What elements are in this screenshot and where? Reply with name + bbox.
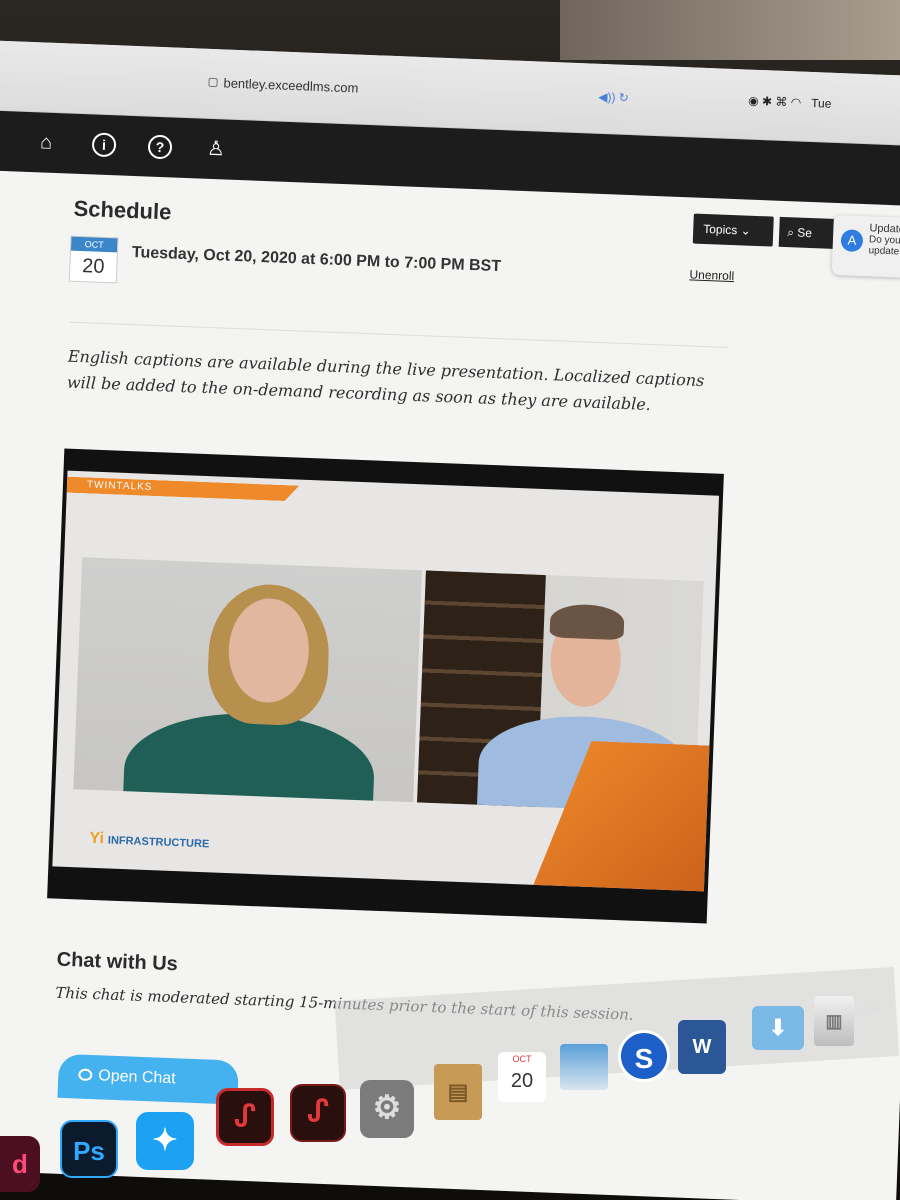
url-display[interactable]: bentley.exceedlms.com xyxy=(208,75,359,96)
downloads-folder-icon[interactable]: ⬇ xyxy=(752,1006,804,1050)
speaker-hair xyxy=(549,603,625,641)
indesign-icon[interactable]: d xyxy=(0,1136,40,1192)
dock-calendar-day: 20 xyxy=(510,1070,534,1092)
trash-icon[interactable]: ▥ xyxy=(814,996,854,1046)
logo-text: INFRASTRUCTURE xyxy=(107,834,210,851)
unenroll-link[interactable]: Unenroll xyxy=(689,267,734,283)
dock-side-text: e to xyxy=(862,1004,881,1016)
event-logo: Yi INFRASTRUCTURE xyxy=(89,830,210,853)
mac-dock: d Ps ✦ ᔑ ᔑ ⚙ ▤ OCT 20 S W ⬇ ▥ e to xyxy=(0,965,900,1200)
calendar-badge: OCT 20 xyxy=(68,235,119,284)
system-preferences-icon[interactable]: ⚙ xyxy=(360,1080,414,1138)
word-icon[interactable]: W xyxy=(678,1020,726,1074)
topics-label: Topics xyxy=(703,221,738,238)
help-icon[interactable]: ? xyxy=(147,134,173,160)
video-frame: TWINTALKS Yi INFRASTRUCTURE xyxy=(52,470,720,892)
twitter-icon[interactable]: ✦ xyxy=(136,1112,194,1170)
calendar-day: 20 xyxy=(81,255,105,278)
search-label: Se xyxy=(797,225,813,241)
info-icon[interactable]: i xyxy=(91,132,117,158)
divider xyxy=(69,321,729,348)
speaker-icon[interactable]: ◀)) ↻ xyxy=(598,90,629,105)
dock-calendar-month: OCT xyxy=(512,1054,532,1064)
notebook-icon[interactable]: ▤ xyxy=(434,1064,482,1120)
indesign-label: d xyxy=(12,1149,28,1179)
skype-label: S xyxy=(634,1043,654,1074)
photoshop-label: Ps xyxy=(73,1136,105,1166)
page-title: Schedule xyxy=(73,195,172,225)
chevron-down-icon: ⌄ xyxy=(740,223,751,238)
word-label: W xyxy=(692,1036,712,1058)
topics-dropdown[interactable]: Topics ⌄ xyxy=(692,213,774,247)
status-icons: ◉ ✱ ⌘ ◠ xyxy=(747,93,802,110)
search-icon: ⌕ xyxy=(786,225,795,240)
preview-icon[interactable] xyxy=(560,1044,608,1090)
session-datetime: Tuesday, Oct 20, 2020 at 6:00 PM to 7:00… xyxy=(131,243,502,276)
lock-icon xyxy=(208,77,218,88)
url-text: bentley.exceedlms.com xyxy=(223,75,359,96)
list-icon[interactable]: ☰ xyxy=(0,128,1,153)
menubar-time: Tue xyxy=(810,95,832,111)
speaker-video-left xyxy=(73,557,422,803)
video-banner: TWINTALKS xyxy=(67,477,299,502)
wall-background xyxy=(560,0,900,60)
bank-icon[interactable]: ⌂ xyxy=(34,130,59,155)
user-switch-icon[interactable]: ♙ xyxy=(204,137,229,162)
video-player[interactable]: TWINTALKS Yi INFRASTRUCTURE xyxy=(47,448,724,924)
logo-mark-icon: Yi xyxy=(89,829,105,848)
search-button[interactable]: ⌕ Se xyxy=(778,216,834,249)
menubar-status: ◉ ✱ ⌘ ◠ Tue xyxy=(748,94,832,111)
skype-icon[interactable]: S xyxy=(618,1030,670,1082)
acrobat-icon[interactable]: ᔑ xyxy=(216,1088,274,1146)
photoshop-icon[interactable]: Ps xyxy=(60,1120,118,1178)
chat-heading: Chat with Us xyxy=(56,948,179,976)
captions-notice: English captions are available during th… xyxy=(66,346,705,415)
acrobat-reader-icon[interactable]: ᔑ xyxy=(290,1084,346,1142)
calendar-app-icon[interactable]: OCT 20 xyxy=(498,1052,546,1102)
